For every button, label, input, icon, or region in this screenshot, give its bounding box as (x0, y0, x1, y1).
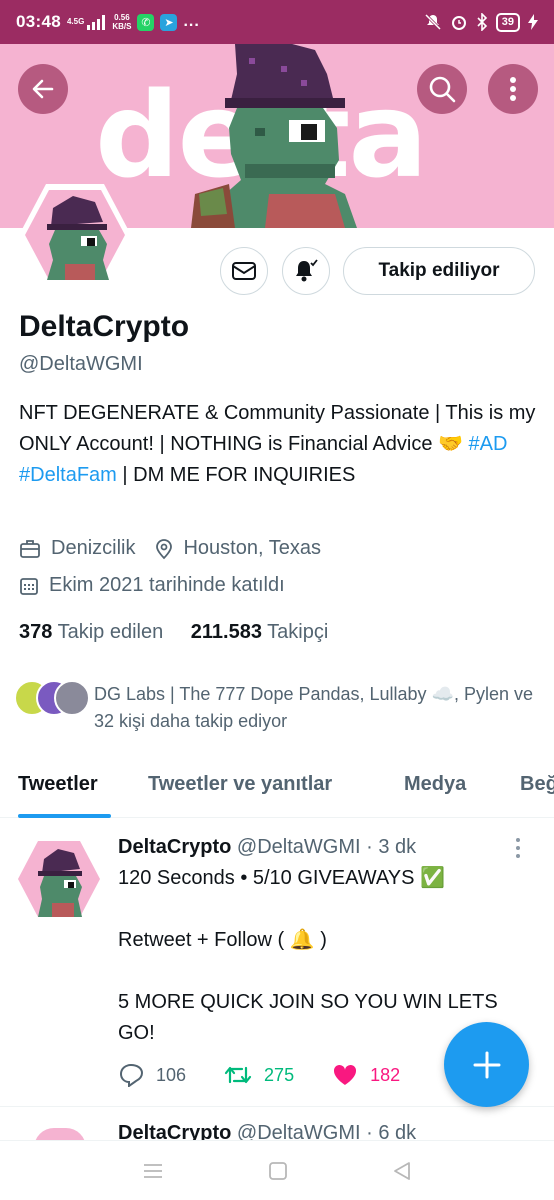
home-icon[interactable] (268, 1161, 288, 1181)
profile-tabs: Tweetler Tweetler ve yanıtlar Medya Beğ (0, 760, 554, 818)
display-name: DeltaCrypto (19, 310, 190, 343)
profile-meta-row: Denizcilik Houston, Texas (19, 537, 341, 560)
briefcase-icon (20, 539, 40, 558)
hashtag-link[interactable]: #DeltaFam (19, 464, 117, 486)
profile-category: Denizcilik (19, 537, 135, 560)
message-button[interactable] (220, 247, 268, 295)
tweet-actions: 106 275 182 (118, 1063, 438, 1087)
location-pin-icon (156, 538, 173, 559)
network-type: 4.5G (66, 17, 85, 26)
status-bar: 03:48 4.5G 0.56 KB/S ✆ ➤ ... 39 (0, 0, 554, 44)
more-vertical-icon (510, 77, 516, 101)
tab-tweets[interactable]: Tweetler (18, 773, 98, 796)
charging-icon (528, 14, 538, 30)
active-tab-indicator (18, 814, 111, 818)
tab-media[interactable]: Medya (404, 773, 466, 796)
alarm-icon (451, 16, 466, 30)
followed-by-text[interactable]: DG Labs | The 777 Dope Pandas, Lullaby ☁… (94, 681, 534, 735)
network-speed: 0.56 KB/S (112, 13, 132, 31)
plus-icon (473, 1051, 500, 1078)
retweet-icon (224, 1066, 252, 1084)
tweet-time: · 3 dk (366, 836, 417, 858)
whatsapp-icon: ✆ (137, 13, 155, 31)
reply-icon (119, 1063, 144, 1087)
more-options-button[interactable] (488, 64, 538, 114)
bluetooth-icon (477, 13, 487, 31)
more-notifications-icon: ... (183, 13, 200, 30)
following-link[interactable]: 378 Takip edilen (19, 621, 163, 643)
tab-likes[interactable]: Beğ (520, 773, 554, 796)
menu-icon[interactable] (142, 1162, 164, 1180)
profile-joined: Ekim 2021 tarihinde katıldı (19, 574, 305, 597)
tweet-header: DeltaCrypto @DeltaWGMI · 3 dk (118, 836, 416, 859)
like-button[interactable]: 182 (332, 1063, 400, 1087)
profile-location: Houston, Texas (155, 537, 321, 560)
reply-button[interactable]: 106 (118, 1063, 186, 1087)
back-button[interactable] (18, 64, 68, 114)
battery-indicator: 39 (495, 12, 520, 32)
hashtag-link[interactable]: #AD (469, 433, 508, 455)
search-icon (429, 76, 456, 103)
profile-bio: NFT DEGENERATE & Community Passionate | … (19, 402, 536, 486)
followers-link[interactable]: 211.583 Takipçi (191, 621, 329, 643)
bell-icon (296, 259, 318, 282)
compose-tweet-button[interactable] (444, 1022, 529, 1107)
retweet-button[interactable]: 275 (224, 1064, 294, 1086)
signal-icon (87, 14, 106, 30)
tweet-author-handle: @DeltaWGMI (236, 836, 361, 858)
mute-icon (424, 13, 441, 31)
tweet-text: 120 Seconds • 5/10 GIVEAWAYS ✅ Retweet +… (118, 867, 498, 1044)
avatar (54, 680, 90, 716)
calendar-icon (20, 577, 38, 595)
system-nav-bar (0, 1140, 554, 1200)
tweet-more-icon[interactable] (514, 837, 522, 859)
heart-icon (334, 1064, 357, 1085)
tweet-avatar[interactable] (18, 841, 100, 917)
search-button[interactable] (417, 64, 467, 114)
following-button[interactable]: Takip ediliyor (343, 247, 535, 295)
user-handle: @DeltaWGMI (19, 353, 143, 375)
follow-stats: 378 Takip edilen 211.583 Takipçi (19, 621, 328, 644)
telegram-icon: ➤ (160, 13, 178, 31)
status-time: 03:48 (16, 12, 61, 31)
tweet-author-name[interactable]: DeltaCrypto (118, 836, 231, 858)
tab-tweets-and-replies[interactable]: Tweetler ve yanıtlar (148, 773, 332, 796)
arrow-left-icon (32, 79, 54, 99)
notifications-button[interactable] (282, 247, 330, 295)
profile-avatar[interactable] (17, 182, 133, 288)
banner-character-illustration (191, 44, 357, 228)
back-nav-icon[interactable] (392, 1161, 412, 1181)
mail-icon (232, 262, 256, 280)
